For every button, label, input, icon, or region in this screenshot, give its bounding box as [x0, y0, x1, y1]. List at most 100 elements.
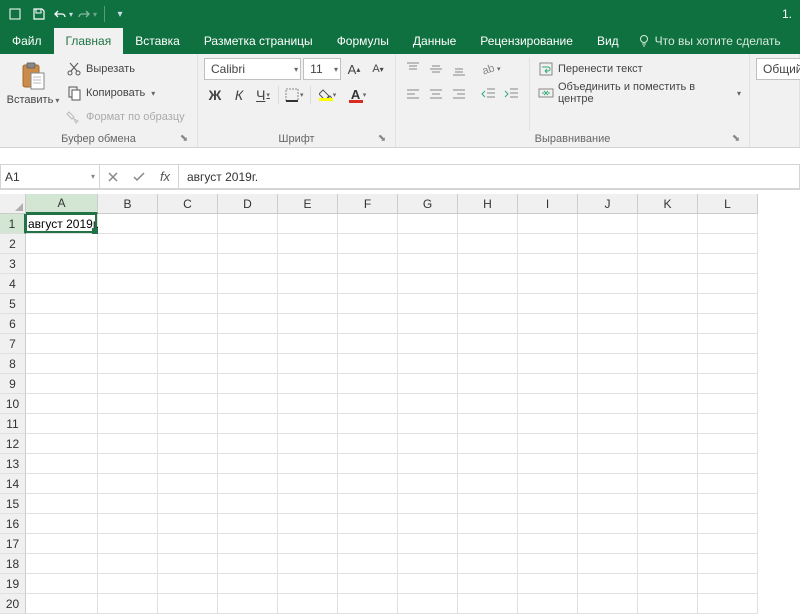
- cell-B13[interactable]: [98, 454, 158, 474]
- cell-G10[interactable]: [398, 394, 458, 414]
- cell-J5[interactable]: [578, 294, 638, 314]
- cell-A2[interactable]: [26, 234, 98, 254]
- cell-I14[interactable]: [518, 474, 578, 494]
- number-format-combo[interactable]: Общий: [756, 58, 800, 80]
- cell-F20[interactable]: [338, 594, 398, 614]
- cell-C5[interactable]: [158, 294, 218, 314]
- cell-D1[interactable]: [218, 214, 278, 234]
- align-top-button[interactable]: [402, 58, 424, 80]
- cell-B7[interactable]: [98, 334, 158, 354]
- cell-A4[interactable]: [26, 274, 98, 294]
- cell-E2[interactable]: [278, 234, 338, 254]
- cell-K5[interactable]: [638, 294, 698, 314]
- cell-I16[interactable]: [518, 514, 578, 534]
- cell-E20[interactable]: [278, 594, 338, 614]
- cell-G1[interactable]: [398, 214, 458, 234]
- cell-G20[interactable]: [398, 594, 458, 614]
- cell-C9[interactable]: [158, 374, 218, 394]
- cell-E4[interactable]: [278, 274, 338, 294]
- cell-L5[interactable]: [698, 294, 758, 314]
- cell-A5[interactable]: [26, 294, 98, 314]
- alignment-launcher-icon[interactable]: ⬊: [729, 131, 743, 145]
- cell-K1[interactable]: [638, 214, 698, 234]
- cell-F19[interactable]: [338, 574, 398, 594]
- align-left-button[interactable]: [402, 83, 424, 105]
- cell-C10[interactable]: [158, 394, 218, 414]
- cell-A9[interactable]: [26, 374, 98, 394]
- cell-L20[interactable]: [698, 594, 758, 614]
- cell-L4[interactable]: [698, 274, 758, 294]
- cell-A14[interactable]: [26, 474, 98, 494]
- cell-I2[interactable]: [518, 234, 578, 254]
- cell-H7[interactable]: [458, 334, 518, 354]
- cell-C12[interactable]: [158, 434, 218, 454]
- qat-customize-icon[interactable]: ▾: [109, 3, 131, 25]
- select-all-corner[interactable]: [0, 194, 26, 214]
- copy-button[interactable]: Копировать▾: [64, 82, 187, 104]
- cell-J13[interactable]: [578, 454, 638, 474]
- tab-insert[interactable]: Вставка: [123, 28, 192, 54]
- cell-K16[interactable]: [638, 514, 698, 534]
- row-header-9[interactable]: 9: [0, 374, 26, 394]
- cell-D18[interactable]: [218, 554, 278, 574]
- cell-L1[interactable]: [698, 214, 758, 234]
- cell-G13[interactable]: [398, 454, 458, 474]
- cell-I7[interactable]: [518, 334, 578, 354]
- cell-E15[interactable]: [278, 494, 338, 514]
- cell-B20[interactable]: [98, 594, 158, 614]
- cell-A16[interactable]: [26, 514, 98, 534]
- cell-L7[interactable]: [698, 334, 758, 354]
- cell-C20[interactable]: [158, 594, 218, 614]
- cell-J10[interactable]: [578, 394, 638, 414]
- cell-D2[interactable]: [218, 234, 278, 254]
- cell-H3[interactable]: [458, 254, 518, 274]
- cell-B5[interactable]: [98, 294, 158, 314]
- cell-I3[interactable]: [518, 254, 578, 274]
- cell-B2[interactable]: [98, 234, 158, 254]
- cell-E12[interactable]: [278, 434, 338, 454]
- column-header-F[interactable]: F: [338, 194, 398, 214]
- cell-A7[interactable]: [26, 334, 98, 354]
- cell-G14[interactable]: [398, 474, 458, 494]
- font-size-combo[interactable]: 11▾: [303, 58, 341, 80]
- cell-F7[interactable]: [338, 334, 398, 354]
- cell-F12[interactable]: [338, 434, 398, 454]
- cell-D5[interactable]: [218, 294, 278, 314]
- row-header-8[interactable]: 8: [0, 354, 26, 374]
- cell-B6[interactable]: [98, 314, 158, 334]
- cell-I12[interactable]: [518, 434, 578, 454]
- column-header-B[interactable]: B: [98, 194, 158, 214]
- cell-F8[interactable]: [338, 354, 398, 374]
- cell-E11[interactable]: [278, 414, 338, 434]
- align-right-button[interactable]: [448, 83, 470, 105]
- font-name-combo[interactable]: Calibri▾: [204, 58, 301, 80]
- underline-button[interactable]: Ч▾: [252, 84, 274, 106]
- cell-D3[interactable]: [218, 254, 278, 274]
- cell-B8[interactable]: [98, 354, 158, 374]
- cell-L3[interactable]: [698, 254, 758, 274]
- cell-E3[interactable]: [278, 254, 338, 274]
- name-box[interactable]: A1▾: [0, 164, 100, 189]
- border-button[interactable]: ▾: [283, 84, 306, 106]
- cell-L8[interactable]: [698, 354, 758, 374]
- cell-B9[interactable]: [98, 374, 158, 394]
- cell-H16[interactable]: [458, 514, 518, 534]
- cell-H13[interactable]: [458, 454, 518, 474]
- row-header-11[interactable]: 11: [0, 414, 26, 434]
- format-painter-button[interactable]: Формат по образцу: [64, 106, 187, 128]
- cell-L2[interactable]: [698, 234, 758, 254]
- row-header-10[interactable]: 10: [0, 394, 26, 414]
- font-color-button[interactable]: A▾: [345, 84, 367, 106]
- cell-A6[interactable]: [26, 314, 98, 334]
- cell-J7[interactable]: [578, 334, 638, 354]
- cell-A20[interactable]: [26, 594, 98, 614]
- cell-H18[interactable]: [458, 554, 518, 574]
- align-middle-button[interactable]: [425, 58, 447, 80]
- row-header-15[interactable]: 15: [0, 494, 26, 514]
- cell-G4[interactable]: [398, 274, 458, 294]
- cell-H15[interactable]: [458, 494, 518, 514]
- cell-G5[interactable]: [398, 294, 458, 314]
- cell-K19[interactable]: [638, 574, 698, 594]
- cell-K12[interactable]: [638, 434, 698, 454]
- italic-button[interactable]: К: [228, 84, 250, 106]
